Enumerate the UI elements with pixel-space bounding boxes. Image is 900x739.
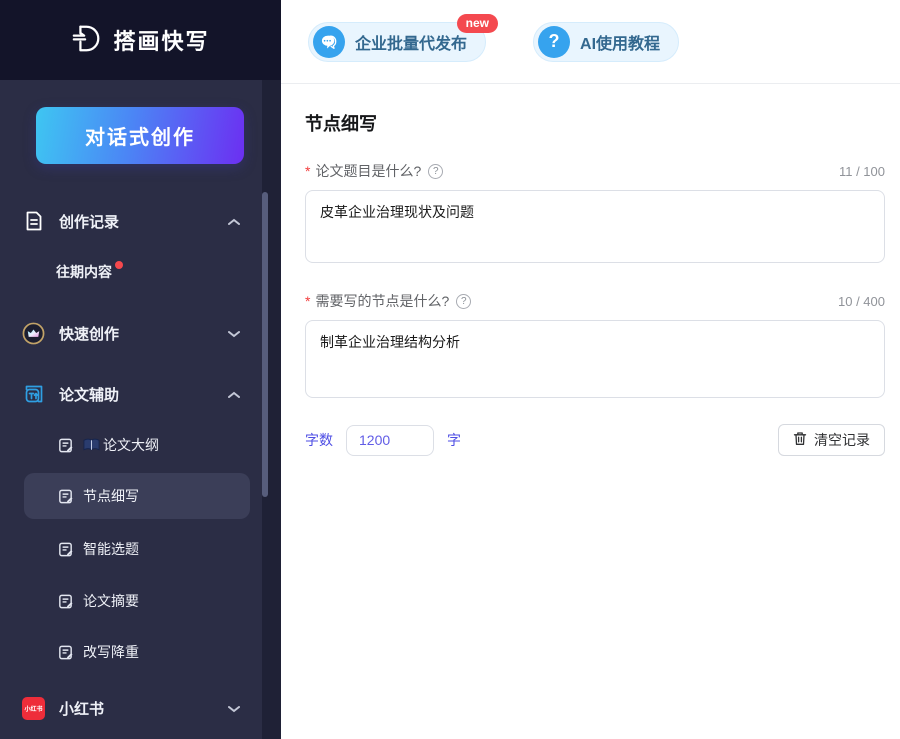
sidebar-nav: 创作记录 往期内容 xyxy=(0,196,262,733)
right-column: 企业批量代发布 new ? AI使用教程 节点细写 * 论文题目是什么? ? 1… xyxy=(281,0,900,739)
brand-logo-icon xyxy=(71,22,103,59)
sidebar-item-paper-abstract[interactable]: 论文摘要 xyxy=(0,575,262,627)
sidebar-item-label: 往期内容 xyxy=(56,262,112,282)
left-column: 搭画快写 对话式创作 创作记录 xyxy=(0,0,281,739)
sidebar-item-label: 快速创作 xyxy=(59,323,119,344)
word-count-input[interactable] xyxy=(346,425,434,456)
sidebar-item-past-content[interactable]: 往期内容 xyxy=(0,246,262,298)
chevron-down-icon xyxy=(228,700,240,717)
sidebar-item-label: 论文摘要 xyxy=(83,591,139,611)
enterprise-batch-publish-button[interactable]: 企业批量代发布 new xyxy=(308,22,486,62)
edit-document-icon xyxy=(57,593,74,610)
crown-badge-icon xyxy=(22,322,45,345)
app-window: 搭画快写 对话式创作 创作记录 xyxy=(0,0,900,739)
sidebar-item-smart-topic[interactable]: 智能选题 xyxy=(0,523,262,575)
paper-title-label: 论文题目是什么? xyxy=(315,161,421,181)
field-label-row: * 需要写的节点是什么? ? 10 / 400 xyxy=(305,291,885,311)
sidebar-item-quick-creation[interactable]: 快速创作 xyxy=(0,308,262,358)
question-circle-icon: ? xyxy=(538,26,570,58)
char-counter: 11 / 100 xyxy=(839,164,885,179)
paper-assist-icon xyxy=(22,383,45,406)
chevron-down-icon xyxy=(228,325,240,342)
sidebar: 对话式创作 创作记录 往期内容 xyxy=(0,80,281,739)
sidebar-item-label: 节点细写 xyxy=(83,486,139,506)
node-detail-textarea[interactable]: 制革企业治理结构分析 xyxy=(305,320,885,398)
paper-title-textarea[interactable]: 皮革企业治理现状及问题 xyxy=(305,190,885,263)
char-counter: 10 / 400 xyxy=(838,294,885,309)
trash-icon xyxy=(793,431,807,449)
node-question-label: 需要写的节点是什么? xyxy=(315,291,449,311)
word-count-label: 字数 xyxy=(305,430,333,450)
bottom-controls: 字数 字 清空记录 xyxy=(305,424,885,456)
sidebar-item-rewrite-dedup[interactable]: 改写降重 xyxy=(0,627,262,677)
edit-document-icon xyxy=(57,488,74,505)
word-count-unit: 字 xyxy=(447,430,461,450)
chevron-up-icon xyxy=(228,386,240,403)
clear-records-label: 清空记录 xyxy=(814,430,870,450)
top-header: 企业批量代发布 new ? AI使用教程 xyxy=(281,0,900,84)
sidebar-item-label: 小红书 xyxy=(59,698,104,719)
sidebar-item-node-detail-writing[interactable]: 节点细写 xyxy=(24,473,250,519)
sidebar-item-label: 改写降重 xyxy=(83,642,139,662)
required-asterisk: * xyxy=(305,293,310,309)
clear-records-button[interactable]: 清空记录 xyxy=(778,424,885,456)
enterprise-batch-publish-label: 企业批量代发布 xyxy=(355,30,467,54)
sidebar-item-paper-outline[interactable]: 论文大纲 xyxy=(0,419,262,471)
logo-bar: 搭画快写 xyxy=(0,0,281,80)
field-label-row: * 论文题目是什么? ? 11 / 100 xyxy=(305,161,885,181)
sidebar-scrollbar-thumb[interactable] xyxy=(262,192,268,497)
open-book-icon xyxy=(83,438,100,452)
brand-name: 搭画快写 xyxy=(113,24,209,56)
sidebar-item-label: 智能选题 xyxy=(83,539,139,559)
ai-tutorial-label: AI使用教程 xyxy=(580,30,660,54)
chat-bubbles-icon xyxy=(313,26,345,58)
edit-document-icon xyxy=(57,437,74,454)
sidebar-item-label: 论文辅助 xyxy=(59,384,119,405)
page-title: 节点细写 xyxy=(305,110,885,136)
document-icon xyxy=(22,210,45,233)
edit-document-icon xyxy=(57,541,74,558)
notification-dot xyxy=(115,261,123,269)
sidebar-item-paper-assist[interactable]: 论文辅助 xyxy=(0,369,262,419)
help-icon[interactable]: ? xyxy=(456,294,471,309)
help-icon[interactable]: ? xyxy=(428,164,443,179)
xiaohongshu-app-icon: 小红书 xyxy=(22,697,45,720)
sidebar-item-xiaohongshu[interactable]: 小红书 小红书 xyxy=(0,683,262,733)
edit-document-icon xyxy=(57,644,74,661)
ai-tutorial-button[interactable]: ? AI使用教程 xyxy=(533,22,679,62)
sidebar-item-creation-records[interactable]: 创作记录 xyxy=(0,196,262,246)
main-panel: 节点细写 * 论文题目是什么? ? 11 / 100 皮革企业治理现状及问题 *… xyxy=(281,84,900,456)
sidebar-item-label: 论文大纲 xyxy=(103,435,159,455)
chevron-up-icon xyxy=(228,213,240,230)
required-asterisk: * xyxy=(305,163,310,179)
dialog-writing-cta-button[interactable]: 对话式创作 xyxy=(36,107,244,164)
sidebar-item-label: 创作记录 xyxy=(59,211,119,232)
new-badge: new xyxy=(457,14,498,33)
